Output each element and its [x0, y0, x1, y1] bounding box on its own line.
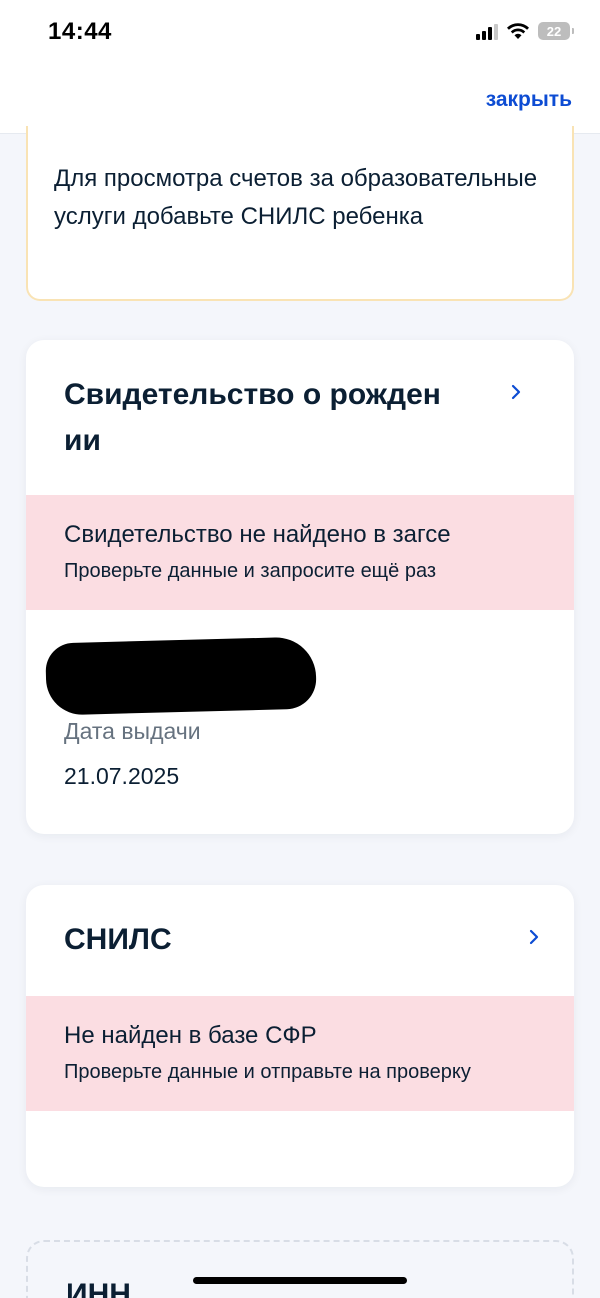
inn-title: ИНН	[66, 1278, 131, 1298]
error-hint: Проверьте данные и отправьте на проверку	[64, 1061, 471, 1083]
snils-title: СНИЛС	[64, 923, 172, 956]
birth-certificate-error: Свидетельство не найдено в загсе Проверь…	[26, 495, 574, 610]
chevron-right-icon[interactable]	[508, 384, 524, 400]
error-hint: Проверьте данные и запросите ещё раз	[64, 560, 437, 582]
status-time: 14:44	[48, 18, 112, 45]
birth-certificate-header[interactable]: Свидетельство о рожден ии	[26, 340, 574, 495]
nav-bar: закрыть	[0, 68, 600, 134]
home-indicator[interactable]	[193, 1277, 407, 1284]
issue-date-label: Дата выдачи	[64, 718, 201, 744]
snils-error: Не найден в базе СФР Проверьте данные и …	[26, 996, 574, 1111]
birth-certificate-card[interactable]: Свидетельство о рожден ии Свидетельство …	[26, 340, 574, 834]
redacted-number	[45, 636, 317, 716]
chevron-right-icon[interactable]	[526, 929, 542, 945]
battery-level: 22	[546, 23, 562, 39]
snils-notice-card: Для просмотра счетов за образовательные …	[26, 126, 574, 301]
error-title: Свидетельство не найдено в загсе	[64, 521, 451, 548]
wifi-icon	[507, 23, 529, 39]
status-icons: 22	[476, 22, 574, 40]
issue-date-value: 21.07.2025	[64, 763, 180, 789]
error-title: Не найден в базе СФР	[64, 1022, 317, 1049]
battery-icon: 22	[538, 22, 574, 40]
inn-card[interactable]: ИНН	[26, 1240, 574, 1298]
snils-card[interactable]: СНИЛС Не найден в базе СФР Проверьте дан…	[26, 885, 574, 1187]
birth-certificate-title: Свидетельство о рожден ии	[64, 378, 441, 457]
notice-text: Для просмотра счетов за образовательные …	[54, 165, 538, 230]
status-bar: 14:44 22	[0, 0, 600, 68]
signal-icon	[476, 22, 498, 40]
close-button[interactable]: закрыть	[486, 88, 572, 112]
snils-header[interactable]: СНИЛС	[26, 885, 574, 996]
